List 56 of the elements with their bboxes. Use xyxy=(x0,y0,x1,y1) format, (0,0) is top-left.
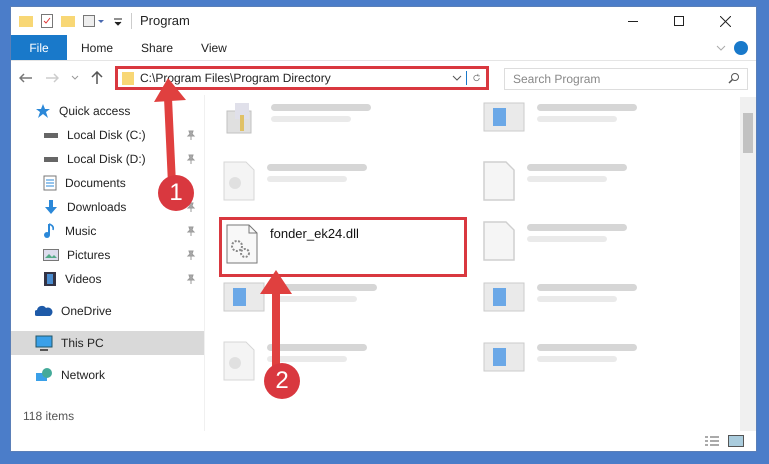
film-icon xyxy=(43,271,57,287)
application-icon xyxy=(482,341,524,373)
nav-item[interactable]: Documents xyxy=(43,174,126,192)
ribbon-tab[interactable]: View xyxy=(187,35,241,60)
picture-icon xyxy=(43,248,59,262)
dropdown-icon xyxy=(113,16,123,26)
folder-icon xyxy=(19,15,33,27)
up-arrow-icon[interactable] xyxy=(91,71,103,85)
search-field[interactable]: Search Program xyxy=(504,68,748,90)
ribbon-tab[interactable]: Home xyxy=(67,35,128,60)
close-icon xyxy=(720,16,730,26)
maximize-icon xyxy=(674,16,684,26)
folder-icon xyxy=(122,71,136,85)
down-arrow-icon xyxy=(43,199,59,215)
minimize-icon xyxy=(628,20,638,22)
details-view-icon[interactable] xyxy=(704,435,720,447)
nav-item[interactable]: OneDrive xyxy=(35,302,112,320)
application-icon xyxy=(223,281,265,313)
nav-item[interactable]: Music xyxy=(43,222,96,240)
scrollbar[interactable] xyxy=(740,97,756,431)
back-arrow-icon[interactable] xyxy=(19,73,33,83)
blank-file-icon xyxy=(482,161,514,201)
application-icon xyxy=(482,281,524,313)
star-icon xyxy=(35,103,51,119)
network-icon xyxy=(35,367,53,383)
blank-file-icon xyxy=(482,221,514,261)
nav-item[interactable]: Local Disk (D:) xyxy=(43,150,146,168)
monitor-icon xyxy=(35,335,53,351)
nav-item[interactable]: Pictures xyxy=(43,246,110,264)
nav-item[interactable]: Videos xyxy=(43,270,102,288)
chevron-down-icon[interactable] xyxy=(452,75,462,81)
nav-item[interactable]: Network xyxy=(35,366,106,384)
new-folder-icon xyxy=(61,15,75,27)
drive-icon xyxy=(43,132,59,138)
ribbon-tab[interactable]: Share xyxy=(127,35,188,60)
view-options-icon xyxy=(83,15,105,27)
refresh-icon[interactable] xyxy=(466,71,482,85)
search-icon xyxy=(728,72,740,84)
nav-item[interactable]: Local Disk (C:) xyxy=(43,126,146,144)
thumbnail-view-icon[interactable] xyxy=(728,435,744,447)
nav-item[interactable]: Downloads xyxy=(43,198,126,216)
drive-icon xyxy=(43,156,59,162)
address-path: C:\Program Files\Program Directory xyxy=(140,70,331,87)
item-count: 118 items xyxy=(23,408,76,425)
nav-item[interactable]: This PC xyxy=(35,334,104,352)
properties-icon xyxy=(41,14,53,28)
music-note-icon xyxy=(43,223,57,239)
address-bar[interactable]: C:\Program Files\Program Directory xyxy=(115,66,489,90)
cloud-icon xyxy=(35,305,53,317)
application-icon xyxy=(482,101,524,133)
ribbon-tab[interactable]: File xyxy=(11,35,67,60)
nav-item[interactable]: Quick access xyxy=(35,102,130,120)
window-title: Program xyxy=(140,12,190,30)
document-icon xyxy=(43,175,57,191)
file-item[interactable]: fonder_ek24.dll xyxy=(219,217,466,277)
chevron-down-icon xyxy=(716,44,726,50)
